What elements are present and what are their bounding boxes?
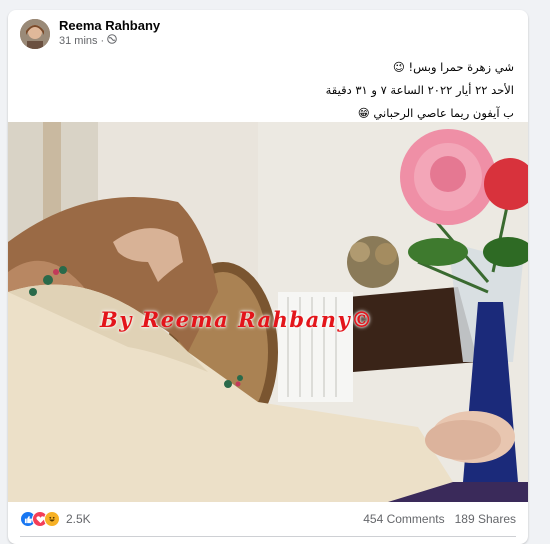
photo-watermark: By Reema Rahbany© — [100, 307, 374, 332]
post-line: الأحد ٢٢ أيار ٢٠٢٢ الساعة ٧ و ٣١ دقيقة — [325, 83, 514, 97]
post-footer: 2.5K 454 Comments 189 Shares — [8, 504, 528, 534]
reaction-count[interactable]: 2.5K — [66, 512, 91, 526]
globe-icon — [107, 34, 118, 49]
post-photo[interactable]: By Reema Rahbany© — [8, 122, 528, 502]
author-name[interactable]: Reema Rahbany — [59, 18, 160, 34]
footer-divider — [20, 536, 516, 537]
haha-icon — [44, 511, 60, 527]
post-text: شي زهرة حمرا وبس! 😉 الأحد ٢٢ أيار ٢٠٢٢ ا… — [34, 56, 514, 125]
reactions-summary[interactable]: 2.5K — [20, 511, 91, 527]
comments-count[interactable]: 454 Comments — [363, 512, 444, 526]
post-line: شي زهرة حمرا وبس! 😉 — [392, 60, 514, 74]
post-header: Reema Rahbany 31 mins · — [20, 18, 160, 49]
post-card: Reema Rahbany 31 mins · شي زهرة حمرا وبس… — [8, 10, 528, 544]
shares-count[interactable]: 189 Shares — [455, 512, 516, 526]
post-timestamp[interactable]: 31 mins — [59, 34, 98, 49]
avatar[interactable] — [20, 18, 50, 49]
